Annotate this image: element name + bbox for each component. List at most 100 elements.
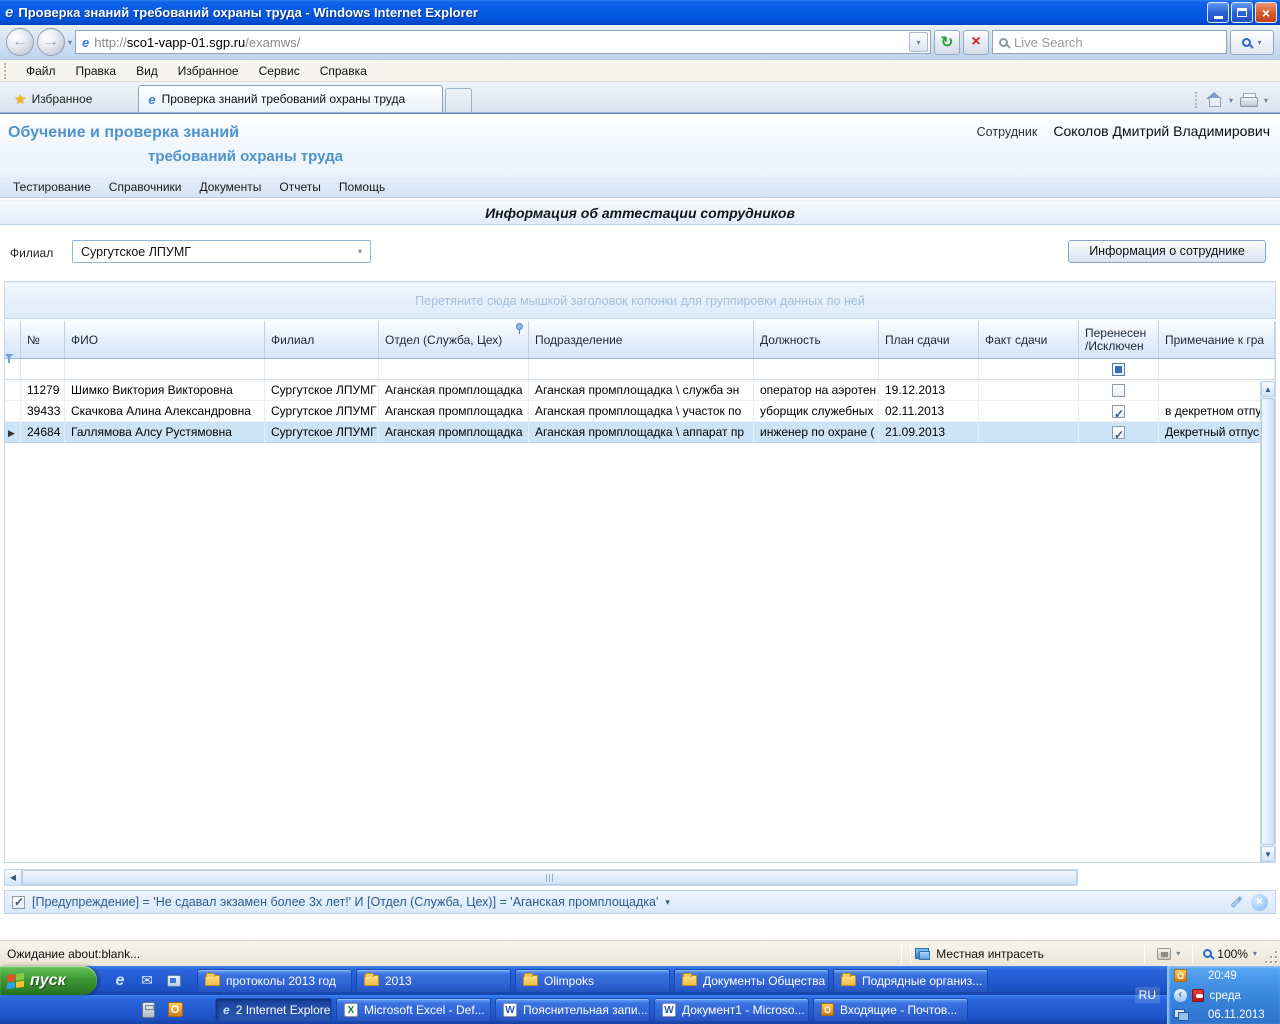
- taskbar-button-ie-group[interactable]: e 2 Internet Explorer ▼: [215, 997, 332, 1022]
- taskbar-button-word[interactable]: W Документ1 - Microso...: [654, 997, 809, 1022]
- table-row-selected[interactable]: ▶ 24684 Галлямова Алсу Рустямовна Сургут…: [5, 422, 1275, 443]
- filter-enabled-checkbox[interactable]: [12, 895, 25, 909]
- back-button[interactable]: ←: [6, 28, 34, 56]
- filter-cell[interactable]: [379, 359, 529, 379]
- app-menu-reports[interactable]: Отчеты: [270, 177, 329, 197]
- table-row[interactable]: 39433 Скачкова Алина Александровна Сургу…: [5, 401, 1275, 422]
- menu-edit[interactable]: Правка: [66, 60, 127, 82]
- print-icon[interactable]: [1239, 93, 1258, 107]
- app-menu-help[interactable]: Помощь: [330, 177, 394, 197]
- stop-button[interactable]: ×: [963, 29, 989, 55]
- print-dropdown-icon[interactable]: ▾: [1264, 96, 1268, 105]
- security-report-panel[interactable]: ▾: [1149, 947, 1188, 960]
- vertical-scrollbar[interactable]: ▲ ▼: [1260, 381, 1275, 862]
- favorites-button[interactable]: ★ Избранное: [4, 86, 102, 112]
- refresh-button[interactable]: ↻: [934, 29, 960, 55]
- filter-checkbox[interactable]: [1112, 362, 1125, 376]
- network-tray-icon[interactable]: [1174, 1009, 1189, 1021]
- quicklaunch-calculator-icon[interactable]: [139, 1001, 157, 1019]
- menu-view[interactable]: Вид: [126, 60, 168, 82]
- row-checkbox[interactable]: [1112, 404, 1125, 421]
- column-header-podrazdelenie[interactable]: Подразделение: [529, 321, 754, 358]
- taskbar-button-folder[interactable]: Подрядные организ...: [833, 968, 988, 993]
- tray-outlook-icon[interactable]: O: [1174, 969, 1187, 982]
- edit-filter-icon[interactable]: [1230, 895, 1243, 909]
- quicklaunch-ie-icon[interactable]: e: [111, 972, 129, 990]
- search-go-button[interactable]: ▾: [1230, 29, 1274, 55]
- scroll-up-icon[interactable]: ▲: [1261, 381, 1275, 397]
- filter-cell[interactable]: [754, 359, 879, 379]
- language-indicator[interactable]: RU: [1134, 987, 1160, 1003]
- filter-cell[interactable]: [879, 359, 979, 379]
- scroll-left-icon[interactable]: ◀: [5, 870, 22, 885]
- app-menu-documents[interactable]: Документы: [191, 177, 271, 197]
- taskbar-button-outlook[interactable]: O Входящие - Почтов...: [813, 997, 968, 1022]
- filter-row-icon-cell: [5, 354, 21, 379]
- column-header-fio[interactable]: ФИО: [65, 321, 265, 358]
- quicklaunch-mail-icon[interactable]: ✉: [138, 972, 156, 990]
- filter-checkbox-cell[interactable]: [1079, 359, 1159, 379]
- app-menu-directories[interactable]: Справочники: [100, 177, 191, 197]
- search-input[interactable]: Live Search: [992, 30, 1227, 54]
- tab-active[interactable]: e Проверка знаний требований охраны труд…: [138, 85, 444, 112]
- column-header-filial[interactable]: Филиал: [265, 321, 379, 358]
- minimize-button[interactable]: [1207, 2, 1229, 23]
- close-button[interactable]: ×: [1255, 2, 1277, 23]
- restore-button[interactable]: [1231, 2, 1253, 23]
- ati-tray-icon[interactable]: [1191, 989, 1205, 1002]
- zoom-control[interactable]: 100% ▾: [1197, 947, 1263, 961]
- resize-grip[interactable]: [1263, 941, 1280, 966]
- filter-dropdown-icon[interactable]: ▾: [665, 897, 670, 908]
- filter-cell[interactable]: [1159, 359, 1275, 379]
- vertical-scroll-thumb[interactable]: [1261, 398, 1275, 845]
- column-header-otdel[interactable]: Отдел (Служба, Цех): [379, 321, 529, 358]
- menu-tools[interactable]: Сервис: [249, 60, 310, 82]
- quicklaunch-outlook-icon[interactable]: O: [166, 1001, 184, 1019]
- column-header-dolzhnost[interactable]: Должность: [754, 321, 879, 358]
- search-options-icon[interactable]: ▾: [1257, 38, 1261, 47]
- filter-cell[interactable]: [979, 359, 1079, 379]
- taskbar-button-excel[interactable]: X Microsoft Excel - Def...: [336, 997, 491, 1022]
- new-tab-button[interactable]: [445, 88, 473, 112]
- address-dropdown-button[interactable]: ▾: [909, 32, 928, 52]
- horizontal-scroll-thumb[interactable]: [22, 870, 1077, 885]
- quicklaunch-show-desktop-icon[interactable]: [165, 972, 183, 990]
- filter-cell[interactable]: [529, 359, 754, 379]
- filter-cell[interactable]: [265, 359, 379, 379]
- start-button[interactable]: пуск: [0, 966, 97, 995]
- taskbar-button-folder[interactable]: 2013: [356, 968, 511, 993]
- group-by-panel[interactable]: Перетяните сюда мышкой заголовок колонки…: [4, 281, 1276, 319]
- taskbar-button-word[interactable]: W Пояснительная запи...: [495, 997, 650, 1022]
- taskbar-button-folder[interactable]: протоколы 2013 год: [197, 968, 352, 993]
- toolbar-grip: [1194, 92, 1199, 108]
- home-dropdown-icon[interactable]: ▾: [1229, 96, 1233, 105]
- cell-num: 24684: [21, 422, 65, 443]
- employee-info-button[interactable]: Информация о сотруднике: [1068, 240, 1266, 263]
- column-header-fakt[interactable]: Факт сдачи: [979, 321, 1079, 358]
- column-header-num[interactable]: №: [21, 321, 65, 358]
- address-bar[interactable]: e http://sco1-vapp-01.sgp.ru/examws/ ▾: [75, 30, 931, 54]
- table-row[interactable]: 11279 Шимко Виктория Викторовна Сургутск…: [5, 380, 1275, 401]
- filial-select[interactable]: Сургутское ЛПУМГ ▾: [72, 240, 371, 263]
- row-checkbox[interactable]: [1112, 425, 1125, 442]
- column-header-note[interactable]: Примечание к гра: [1159, 321, 1275, 358]
- active-filter-text[interactable]: [Предупреждение] = 'Не сдавал экзамен бо…: [32, 895, 658, 909]
- forward-button[interactable]: →: [37, 28, 65, 56]
- filter-cell[interactable]: [65, 359, 265, 379]
- hide-icons-chevron[interactable]: ‹: [1174, 989, 1187, 1002]
- column-header-perenesen[interactable]: Перенесен /Исключен: [1079, 321, 1159, 358]
- column-header-plan[interactable]: План сдачи: [879, 321, 979, 358]
- history-dropdown-icon[interactable]: ▾: [68, 38, 72, 47]
- horizontal-scrollbar[interactable]: ◀: [4, 869, 1078, 886]
- close-filter-icon[interactable]: ×: [1251, 893, 1268, 911]
- row-checkbox[interactable]: [1112, 383, 1125, 397]
- menu-help[interactable]: Справка: [310, 60, 377, 82]
- menu-file[interactable]: Файл: [16, 60, 66, 82]
- filter-cell[interactable]: [21, 359, 65, 379]
- taskbar-button-folder[interactable]: Olimpoks: [515, 968, 670, 993]
- taskbar-button-folder[interactable]: Документы Общества: [674, 968, 829, 993]
- home-icon[interactable]: [1205, 92, 1222, 107]
- menu-favorites[interactable]: Избранное: [168, 60, 249, 82]
- scroll-down-icon[interactable]: ▼: [1261, 846, 1275, 862]
- app-menu-testing[interactable]: Тестирование: [4, 177, 100, 197]
